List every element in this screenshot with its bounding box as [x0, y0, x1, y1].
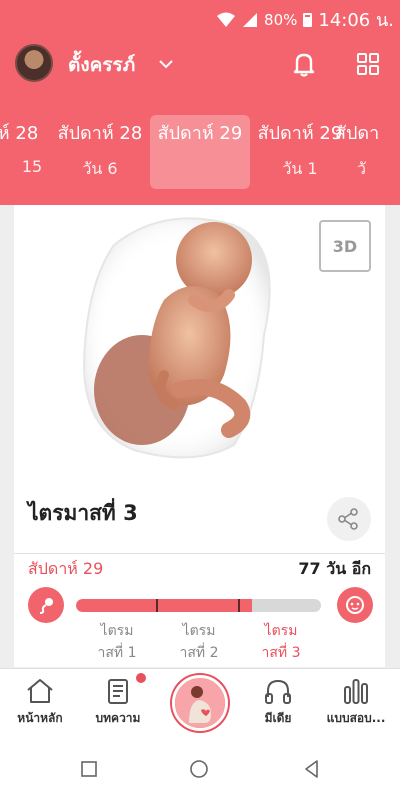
avatar[interactable]	[15, 44, 53, 82]
status-bar: 80% 14:06 น.	[0, 0, 400, 32]
headphones-icon	[265, 679, 291, 704]
mother-avatar-icon	[175, 678, 225, 728]
trimester-3-label: ไตรม าสที่ 3	[261, 623, 301, 661]
trimester-1-label: ไตรม าสที่ 1	[97, 623, 137, 661]
share-icon	[338, 508, 358, 530]
grid-menu-icon[interactable]	[356, 52, 380, 76]
back-button-icon[interactable]	[302, 759, 322, 779]
battery-text: 80%	[264, 10, 298, 29]
trimester-title: ไตรมาสที่ 3	[28, 501, 138, 525]
divider	[14, 553, 385, 554]
progress-fill	[76, 599, 253, 612]
signal-icon	[243, 12, 258, 27]
trimester-divider	[238, 599, 240, 612]
sperm-icon	[39, 598, 53, 614]
pregnancy-start-icon	[28, 587, 64, 623]
recents-button-icon[interactable]	[80, 760, 98, 778]
week-strip[interactable]: าห์ 28 15 สัปดาห์ 28 วัน 6 สัปดาห์ 29 สั…	[0, 118, 400, 198]
home-button-icon[interactable]	[189, 759, 209, 779]
days-left-label: 77 วัน อีก	[298, 559, 371, 578]
nav-home[interactable]: หน้าหลัก	[2, 669, 78, 737]
bell-icon[interactable]	[290, 50, 318, 78]
battery-icon	[303, 12, 313, 27]
chevron-down-icon[interactable]	[158, 58, 174, 70]
notification-dot	[136, 673, 146, 683]
baby-icon	[337, 587, 373, 623]
article-icon	[108, 679, 128, 704]
fetus-3d-view[interactable]: 3D	[14, 205, 385, 479]
week-tab-selected[interactable]: สัปดาห์ 29	[145, 118, 255, 157]
top-bar: ตั้งครรภ์	[0, 42, 400, 88]
trimester-2-label: ไตรม าสที่ 2	[179, 623, 219, 661]
app-header: 80% 14:06 น. ตั้งครรภ์ าห์ 28 15 สัปดาห์…	[0, 0, 400, 205]
progress-track	[76, 599, 321, 612]
share-button[interactable]	[327, 497, 371, 541]
home-icon	[27, 679, 53, 703]
nav-media[interactable]: มีเดีย	[240, 669, 316, 737]
3d-view-badge[interactable]: 3D	[319, 220, 371, 272]
pregnant-mother-button[interactable]	[172, 675, 228, 731]
nav-articles[interactable]: บทความ	[80, 669, 156, 737]
system-nav-bar	[0, 736, 400, 800]
nav-quiz[interactable]: แบบสอบ...	[318, 669, 394, 737]
trimester-divider	[156, 599, 158, 612]
wifi-icon	[217, 12, 236, 27]
week-tab[interactable]: สัปดา วั	[335, 118, 400, 182]
chart-icon	[344, 679, 368, 704]
current-week-label: สัปดาห์ 29	[28, 559, 104, 578]
clock: 14:06 น.	[318, 10, 394, 31]
week-tab[interactable]: สัปดาห์ 28 วัน 6	[45, 118, 155, 182]
pregnancy-card: 3D ไตรมาสที่ 3 สัปดาห์ 29 77 วัน อีก ไตร…	[14, 205, 385, 667]
profile-name[interactable]: ตั้งครรภ์	[68, 50, 135, 80]
